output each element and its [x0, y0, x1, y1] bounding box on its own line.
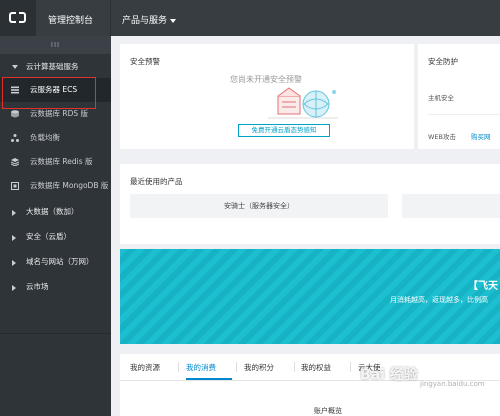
logo-left-bracket [9, 12, 16, 23]
active-tab-indicator [186, 378, 232, 380]
web-attack-label: WEB攻击 [428, 133, 456, 141]
host-security-label: 主机安全 [428, 94, 454, 102]
sidebar-section-label: 大数据（数加） [26, 207, 79, 216]
sidebar-section-compute[interactable]: 云计算基础服务 [0, 56, 111, 78]
sidebar-collapse-toggle[interactable]: III [0, 36, 111, 54]
card-title: 安全预警 [130, 57, 160, 66]
sidebar-section-label: 云计算基础服务 [26, 62, 79, 71]
row-divider [428, 114, 500, 115]
sidebar-item-label: 云数据库 MongoDB 版 [30, 181, 109, 190]
buy-link[interactable]: 购买网 [471, 131, 491, 141]
products-menu-label: 产品与服务 [122, 16, 168, 26]
tab-separator [294, 362, 295, 372]
banner-subtitle: 月消耗越高，返现越多，比例高 [390, 296, 488, 304]
mongodb-icon [11, 182, 19, 190]
security-alert-card: 安全预警 您尚未开通安全预警 免费开通云盾态势感知 [120, 44, 414, 149]
enable-situation-awareness-button[interactable]: 免费开通云盾态势感知 [238, 124, 330, 137]
tab-my-consumption[interactable]: 我的消费 [186, 362, 216, 373]
console-title-link[interactable]: 管理控制台 [48, 13, 93, 26]
sidebar-item-mongodb[interactable]: 云数据库 MongoDB 版 [0, 174, 111, 198]
security-protection-card: 安全防护 主机安全 WEB攻击 购买网 [418, 44, 500, 149]
tab-my-points[interactable]: 我的积分 [244, 362, 274, 373]
caret-right-icon [12, 285, 16, 291]
sidebar-item-slb[interactable]: 负载均衡 [0, 126, 111, 150]
caret-right-icon [12, 210, 16, 216]
caret-right-icon [12, 235, 16, 241]
sidebar-section-bigdata[interactable]: 大数据（数加） [0, 201, 111, 223]
caret-down-icon [12, 65, 18, 69]
sidebar-section-security[interactable]: 安全（云盾） [0, 226, 111, 248]
products-services-menu[interactable]: 产品与服务 [122, 13, 177, 26]
banner-title: 【飞天 [468, 281, 498, 292]
caret-right-icon [12, 260, 16, 266]
sidebar-section-label: 云市场 [26, 282, 49, 291]
watermark-url: jingyan.baidu.com [420, 380, 485, 388]
sidebar-item-label: 负载均衡 [30, 133, 60, 142]
sidebar-item-redis[interactable]: 云数据库 Redis 版 [0, 150, 111, 174]
tab-separator [236, 362, 237, 372]
tab-separator [178, 362, 179, 372]
recent-product-tile-empty[interactable] [402, 194, 500, 218]
load-balancer-icon [11, 134, 19, 142]
top-divider [110, 0, 111, 36]
promo-banner[interactable]: 【飞天 月消耗越高，返现越多，比例高 [120, 249, 500, 344]
card-title: 安全防护 [428, 57, 458, 66]
chevron-down-icon [170, 18, 177, 23]
card-title: 最近使用的产品 [130, 177, 183, 186]
recent-product-tile[interactable]: 安骑士（服务器安全） [130, 194, 388, 218]
tab-my-benefits[interactable]: 我的权益 [301, 362, 331, 373]
database-icon [11, 110, 19, 118]
tab-my-resources[interactable]: 我的资源 [130, 362, 160, 373]
sidebar-section-label: 安全（云盾） [26, 232, 71, 241]
baidu-jingyan-watermark: Bai 经验 [360, 367, 418, 383]
aliyun-logo[interactable] [0, 0, 36, 36]
annotation-highlight-box [2, 77, 96, 109]
tab-separator [350, 362, 351, 372]
logo-right-bracket [19, 12, 26, 23]
sidebar-section-market[interactable]: 云市场 [0, 276, 111, 298]
sidebar-divider [0, 333, 111, 334]
account-overview-heading: 账户概览 [314, 407, 342, 415]
main-content: 安全预警 您尚未开通安全预警 免费开通云盾态势感知 安全防护 主机安全 WEB攻… [111, 36, 500, 416]
sidebar-section-label: 域名与网站（万网） [26, 257, 94, 266]
recent-products-card: 最近使用的产品 安骑士（服务器安全） [120, 164, 500, 244]
sidebar-section-domains[interactable]: 域名与网站（万网） [0, 251, 111, 273]
redis-icon [11, 158, 19, 166]
sidebar-item-label: 云数据库 Redis 版 [30, 157, 93, 166]
top-bar: 管理控制台 产品与服务 [0, 0, 500, 36]
